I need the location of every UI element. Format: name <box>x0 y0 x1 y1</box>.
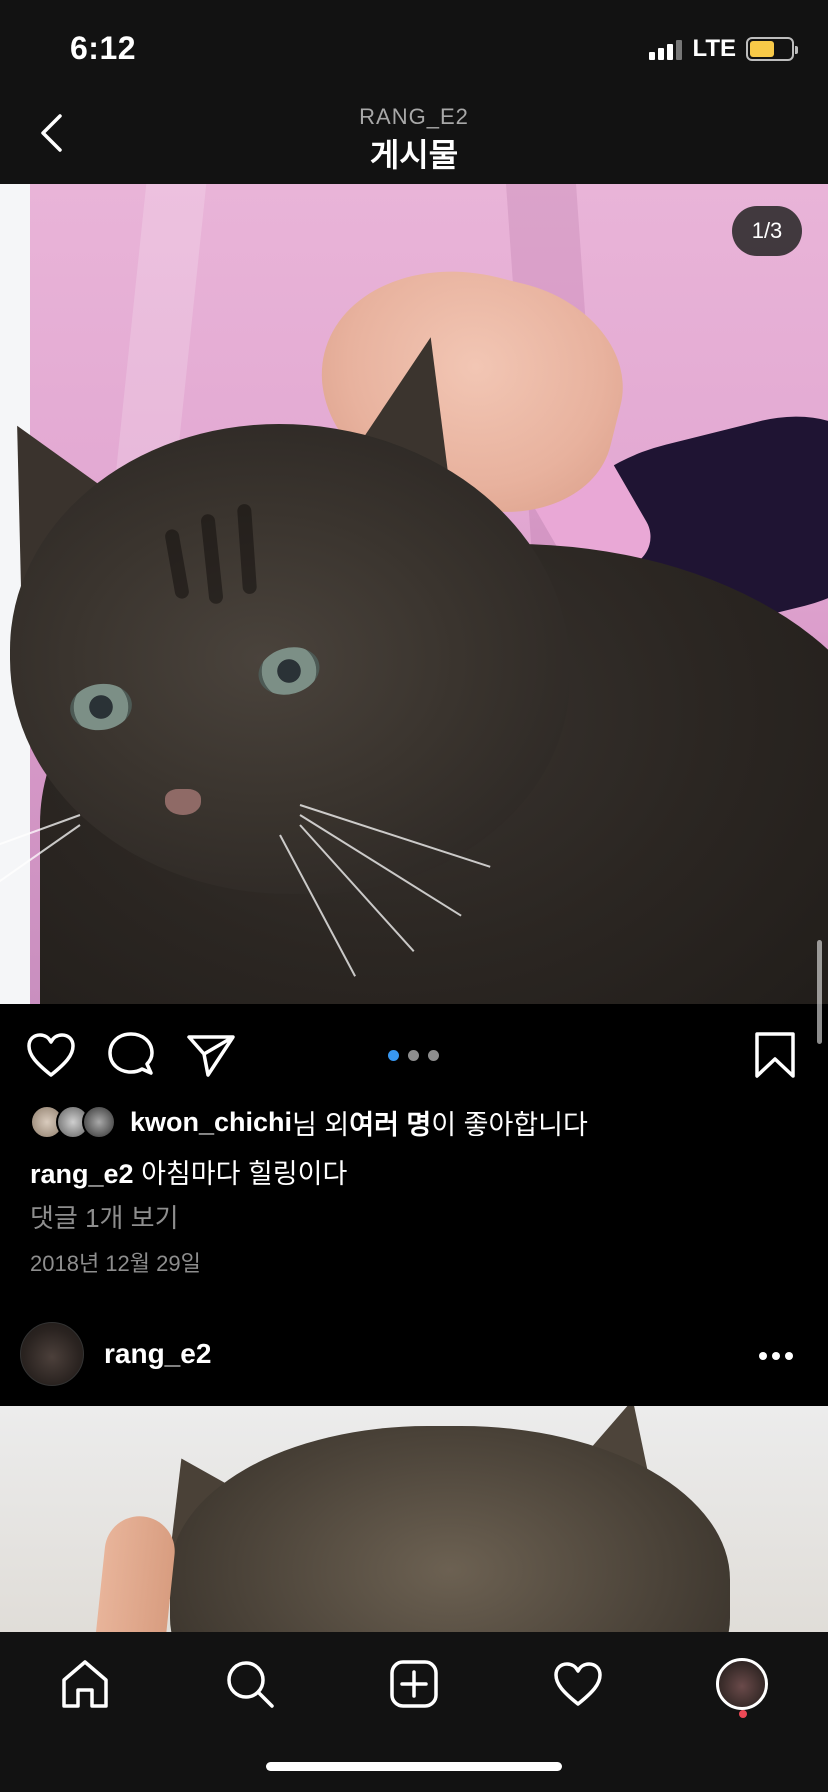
caption-text: 아침마다 힐링이다 <box>133 1159 348 1189</box>
nav-home[interactable] <box>55 1654 115 1714</box>
liker-avatar <box>82 1105 116 1139</box>
search-icon <box>227 1661 274 1708</box>
next-post-header: rang_e2 <box>0 1312 828 1404</box>
more-horizontal-icon <box>759 1352 793 1360</box>
photo-counter: 1/3 <box>732 206 802 256</box>
nav-search[interactable] <box>220 1654 280 1714</box>
notification-dot <box>739 1710 747 1718</box>
nav-new-post[interactable] <box>384 1654 444 1714</box>
carousel-dots <box>388 1050 439 1061</box>
network-type: LTE <box>692 35 736 62</box>
avatar[interactable] <box>20 1322 84 1386</box>
likes-summary[interactable]: kwon_chichi 님 외 여러 명이 좋아합니다 <box>30 1100 588 1144</box>
battery-level <box>750 41 774 57</box>
nav-profile[interactable] <box>712 1654 772 1714</box>
header-username: RANG_E2 <box>359 104 469 129</box>
home-icon <box>62 1660 108 1708</box>
status-indicators: LTE <box>649 34 798 64</box>
thumb <box>91 1512 179 1632</box>
status-bar: 6:12 LTE <box>0 0 828 92</box>
next-post-username[interactable]: rang_e2 <box>104 1338 211 1370</box>
carousel-dot <box>408 1050 419 1061</box>
post-photo[interactable]: 1/3 <box>0 184 828 1004</box>
like-button[interactable] <box>26 1030 76 1080</box>
liker-avatars <box>30 1105 116 1139</box>
post-actions <box>0 1004 828 1100</box>
liker-username[interactable]: kwon_chichi <box>130 1107 292 1138</box>
carousel-dot <box>388 1050 399 1061</box>
view-comments-link[interactable]: 댓글 1개 보기 <box>30 1198 179 1235</box>
activity-heart-icon <box>554 1662 602 1706</box>
save-button[interactable] <box>750 1030 800 1080</box>
heart-icon <box>27 1033 75 1077</box>
share-button[interactable] <box>186 1030 236 1080</box>
cat-nose <box>165 789 201 815</box>
app-screen: 6:12 LTE RANG_E2 게시물 1/3 kwon_chichi 님 외… <box>0 0 828 1792</box>
profile-avatar <box>716 1658 768 1710</box>
more-options-button[interactable] <box>754 1336 798 1376</box>
status-time: 6:12 <box>70 30 137 66</box>
carousel-dot <box>428 1050 439 1061</box>
likes-text-end: 이 좋아합니다 <box>431 1109 588 1140</box>
caption-username[interactable]: rang_e2 <box>30 1159 134 1189</box>
post-caption: rang_e2 아침마다 힐링이다 <box>30 1152 347 1191</box>
home-indicator[interactable] <box>266 1762 562 1771</box>
comment-button[interactable] <box>106 1030 156 1080</box>
nav-activity[interactable] <box>548 1654 608 1714</box>
likes-others[interactable]: 여러 명 <box>349 1103 431 1142</box>
post-date: 2018년 12월 29일 <box>30 1251 201 1276</box>
post-header: RANG_E2 게시물 <box>0 92 828 184</box>
send-icon <box>187 1035 235 1077</box>
signal-icon <box>649 38 683 60</box>
next-post-photo[interactable] <box>0 1406 828 1632</box>
comment-icon <box>108 1032 154 1075</box>
likes-text: 님 외 <box>292 1109 350 1140</box>
battery-icon <box>746 37 798 61</box>
add-post-icon <box>390 1660 438 1708</box>
page-title: 게시물 <box>369 137 459 173</box>
bookmark-icon <box>755 1032 795 1078</box>
